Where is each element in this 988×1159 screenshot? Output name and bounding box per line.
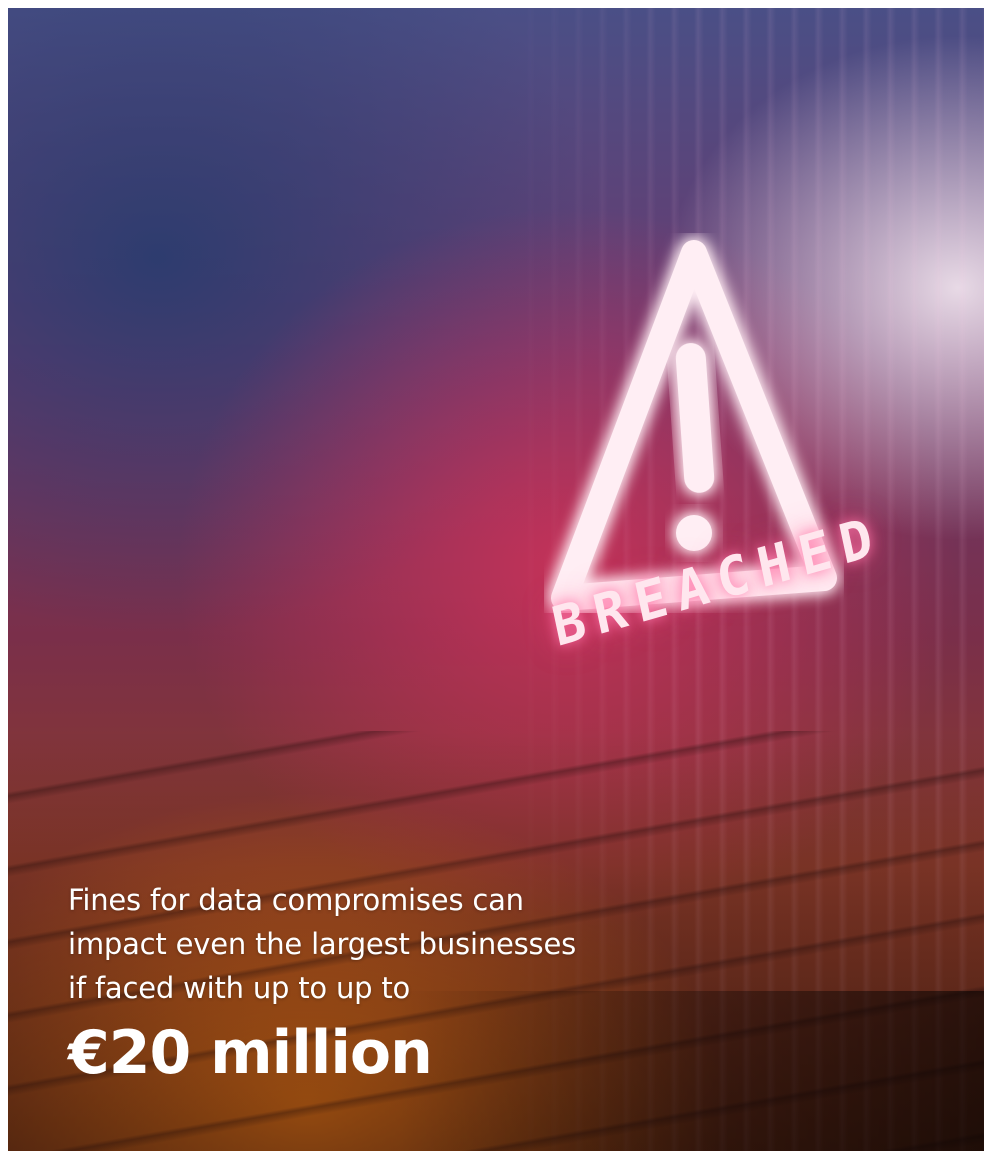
caption-block: Fines for data compromises can impact ev… (68, 878, 948, 1088)
caption-line-1: Fines for data compromises can (68, 883, 524, 917)
caption-line-2: impact even the largest businesses (68, 927, 577, 961)
fine-amount: €20 million (68, 1018, 433, 1088)
caption-line-3: if faced with up to up to (68, 971, 411, 1005)
